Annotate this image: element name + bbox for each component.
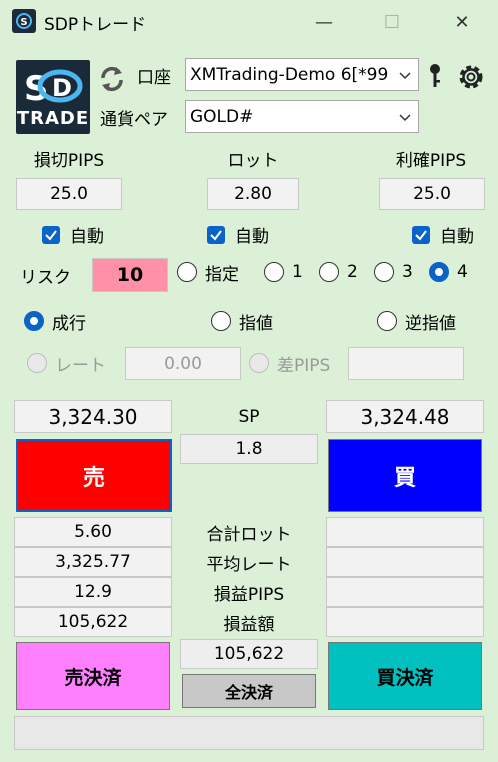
rate-label: レート: [55, 355, 106, 376]
pl-amount-label: 損益額: [223, 614, 275, 635]
order-stop-label: 逆指値: [405, 313, 456, 334]
check-icon: [210, 230, 222, 241]
lot-label: ロット: [227, 150, 279, 171]
key-icon[interactable]: [426, 62, 444, 90]
rate-input[interactable]: 0.00: [125, 347, 241, 380]
order-limit-radio[interactable]: [211, 311, 231, 331]
logo-text: TRADE: [16, 108, 90, 129]
minimize-button[interactable]: —: [310, 8, 338, 36]
window-title: SDPトレード: [44, 15, 147, 35]
sl-auto-label: 自動: [70, 226, 104, 247]
sl-label: 損切PIPS: [33, 150, 105, 171]
risk-option-3-label: 3: [402, 262, 413, 282]
app-icon: S: [12, 9, 36, 33]
risk-input[interactable]: 10: [92, 258, 168, 292]
svg-text:D: D: [52, 74, 72, 102]
close-button[interactable]: ✕: [448, 8, 476, 36]
account-select[interactable]: XMTrading-Demo 6[*99: [185, 58, 419, 91]
risk-option-custom-label: 指定: [205, 264, 239, 285]
tp-input[interactable]: 25.0: [379, 178, 485, 210]
sdp-logo: S D TRADE: [16, 60, 90, 134]
tp-auto-label: 自動: [440, 226, 474, 247]
account-value: XMTrading-Demo 6[*99: [190, 64, 389, 85]
order-limit-label: 指値: [239, 313, 273, 334]
risk-option-4-label: 4: [457, 262, 468, 282]
lot-auto-checkbox[interactable]: [207, 226, 225, 244]
chevron-down-icon: [399, 114, 411, 122]
close-sell-button[interactable]: 売決済: [16, 642, 170, 710]
risk-radio-1[interactable]: [264, 262, 284, 282]
risk-radio-4[interactable]: [429, 262, 449, 282]
risk-option-2-label: 2: [347, 262, 358, 282]
pair-label: 通貨ペア: [100, 109, 168, 130]
order-stop-radio[interactable]: [377, 311, 397, 331]
risk-option-1-label: 1: [292, 262, 303, 282]
svg-text:S: S: [20, 17, 27, 28]
close-all-button[interactable]: 全決済: [182, 674, 316, 708]
check-icon: [45, 230, 57, 241]
risk-radio-3[interactable]: [374, 262, 394, 282]
lot-auto-label: 自動: [235, 226, 269, 247]
buy-pl-amount: [326, 607, 484, 637]
avg-rate-label: 平均レート: [206, 554, 292, 575]
bid-price: 3,324.30: [14, 400, 172, 433]
buy-pl-pips: [326, 577, 484, 607]
sell-pl-amount: 105,622: [14, 607, 172, 637]
buy-button[interactable]: 買: [328, 439, 482, 512]
status-bar: [14, 716, 484, 750]
buy-avg-rate: [326, 547, 484, 577]
tp-label: 利確PIPS: [395, 150, 467, 171]
maximize-button[interactable]: ☐: [378, 8, 406, 36]
ask-price: 3,324.48: [326, 400, 484, 433]
risk-label: リスク: [20, 267, 71, 288]
buy-total-lot: [326, 517, 484, 547]
sell-pl-pips: 12.9: [14, 577, 172, 607]
gear-icon[interactable]: [454, 60, 488, 94]
sl-input[interactable]: 25.0: [16, 178, 122, 210]
total-pl-value: 105,622: [180, 639, 318, 669]
order-market-radio[interactable]: [24, 311, 44, 331]
rate-radio[interactable]: [27, 353, 47, 373]
lot-input[interactable]: 2.80: [207, 178, 299, 210]
sell-button[interactable]: 売: [16, 439, 172, 512]
check-icon: [415, 230, 427, 241]
risk-radio-2[interactable]: [319, 262, 339, 282]
refresh-icon[interactable]: [97, 64, 127, 94]
risk-radio-custom[interactable]: [177, 262, 197, 282]
sell-total-lot: 5.60: [14, 517, 172, 547]
close-buy-button[interactable]: 買決済: [328, 642, 482, 710]
sell-avg-rate: 3,325.77: [14, 547, 172, 577]
sl-auto-checkbox[interactable]: [42, 226, 60, 244]
spread-value: 1.8: [180, 434, 318, 464]
diff-pips-label: 差PIPS: [277, 355, 331, 376]
chevron-down-icon: [399, 72, 411, 80]
spread-label: SP: [238, 407, 260, 427]
tp-auto-checkbox[interactable]: [412, 226, 430, 244]
pair-select[interactable]: GOLD#: [185, 100, 419, 133]
diff-pips-radio[interactable]: [249, 353, 269, 373]
pl-pips-label: 損益PIPS: [213, 584, 285, 605]
total-lot-label: 合計ロット: [206, 524, 292, 545]
pair-value: GOLD#: [190, 106, 254, 127]
diff-pips-input[interactable]: [348, 347, 464, 380]
account-label: 口座: [137, 67, 171, 88]
order-market-label: 成行: [52, 313, 86, 334]
